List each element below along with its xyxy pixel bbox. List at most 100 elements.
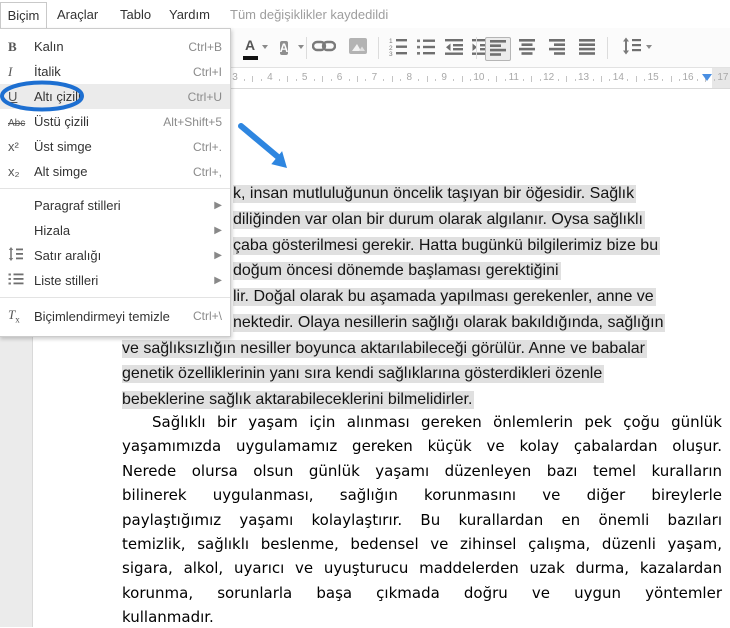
menu-item-liste-stilleri[interactable]: Liste stilleri▶ xyxy=(0,268,230,293)
menu-item-label: Satır aralığı xyxy=(34,248,214,263)
ruler-number: 5 xyxy=(302,72,308,83)
ruler-number: 6 xyxy=(337,72,343,83)
paragraph1-line[interactable]: nektedir. Olaya nesillerin sağlığı olara… xyxy=(233,312,665,333)
menu-shortcut: Ctrl+I xyxy=(193,65,222,79)
paragraph2-line[interactable]: kullanmadır. xyxy=(122,607,722,628)
align-right-button[interactable] xyxy=(545,37,569,59)
justify-button[interactable] xyxy=(575,37,599,59)
menu-item-label: Hizala xyxy=(34,223,214,238)
paragraph1-line[interactable]: ve sağlıksızlığın nesiller boyunca aktar… xyxy=(122,338,647,359)
paragraph1-line[interactable]: bebeklerine sağlık aktarabileceklerini b… xyxy=(122,389,474,410)
insert-link-button[interactable] xyxy=(312,37,336,59)
dropdown-caret-icon[interactable] xyxy=(298,45,304,49)
menu-item-label: Üstü çizili xyxy=(34,114,163,129)
paragraph1-line[interactable]: k, insan mutluluğunun öncelik taşıyan bi… xyxy=(233,183,636,204)
menu-item-biçimlendirmeyi-temizle[interactable]: TxBiçimlendirmeyi temizleCtrl+\ xyxy=(0,302,230,330)
menu-item-alt-simge[interactable]: x₂Alt simgeCtrl+, xyxy=(0,159,230,184)
right-indent-marker-icon[interactable] xyxy=(702,74,712,81)
paragraph1-line[interactable]: diliğinden var olan bir durum olarak alg… xyxy=(233,209,645,230)
line-spacing-icon-icon xyxy=(8,247,34,264)
italic-icon-icon: I xyxy=(8,64,34,80)
bold-icon-icon: B xyxy=(8,39,34,55)
menu-item-üstü-çizili[interactable]: AbcÜstü çiziliAlt+Shift+5 xyxy=(0,109,230,134)
menu-item-i-talik[interactable]: IİtalikCtrl+I xyxy=(0,59,230,84)
ruler-tick xyxy=(462,76,463,82)
paragraph1-line[interactable]: çaba gösterilmesi gerekir. Hatta bugünkü… xyxy=(233,235,660,256)
menu-item-label: Paragraf stilleri xyxy=(34,198,214,213)
paragraph2-line[interactable]: Sağlıklı bir yaşam için alınması gereken… xyxy=(122,412,722,433)
menu-item-paragraf-stilleri[interactable]: Paragraf stilleri▶ xyxy=(0,193,230,218)
paragraph1-line[interactable]: genetik özelliklerinin yanı sıra kendi s… xyxy=(122,363,604,384)
menu-item-üst-simge[interactable]: x²Üst simgeCtrl+. xyxy=(0,134,230,159)
insert-image-icon xyxy=(348,37,368,60)
insert-image-button[interactable] xyxy=(346,37,370,59)
ruler-dot xyxy=(400,79,401,81)
submenu-arrow-icon: ▶ xyxy=(214,275,222,286)
paragraph2-line[interactable]: korunma, sorunlarla başa çıkmada doğru v… xyxy=(122,583,722,604)
ruler-tick xyxy=(322,76,323,82)
menu-item-label: Üst simge xyxy=(34,139,193,154)
menu-shortcut: Ctrl+. xyxy=(193,140,222,154)
menu-shortcut: Ctrl+\ xyxy=(193,309,222,323)
underline-icon-icon: U xyxy=(8,89,34,104)
ruler-number: 8 xyxy=(406,72,412,83)
align-center-icon xyxy=(517,36,537,61)
ruler-dot xyxy=(314,79,315,81)
menu-item-kalın[interactable]: BKalınCtrl+B xyxy=(0,34,230,59)
align-left-button[interactable] xyxy=(485,37,511,61)
menu-shortcut: Ctrl+B xyxy=(188,40,222,54)
toolbar-separator xyxy=(607,37,608,59)
ruler-tick xyxy=(636,76,637,82)
ruler-number: 7 xyxy=(372,72,378,83)
paragraph2-line[interactable]: yaşamımızda uygulamamız gereken küçük ve… xyxy=(122,436,722,457)
paragraph2-line[interactable]: temizlik, sağlıklı beslenme, bedensel ve… xyxy=(122,534,722,555)
bulleted-list-button[interactable] xyxy=(414,37,438,59)
highlight-color-button[interactable]: A xyxy=(272,37,296,59)
toolbar-separator xyxy=(378,37,379,59)
menubar-item-tablo[interactable]: Tablo xyxy=(120,7,151,22)
ruler-dot xyxy=(279,79,280,81)
menu-item-hizala[interactable]: Hizala▶ xyxy=(0,218,230,243)
paragraph2-line[interactable]: bilinerek uygulanması, sağlığın korunmas… xyxy=(122,485,722,506)
menubar-item-bicim[interactable]: Biçim xyxy=(0,2,47,28)
ruler-dot xyxy=(244,79,245,81)
ruler-number: 10 xyxy=(473,72,484,83)
align-right-icon xyxy=(547,36,567,61)
ruler-dot xyxy=(383,79,384,81)
ruler-dot xyxy=(662,79,663,81)
toolbar-separator xyxy=(306,37,307,59)
ruler-tick xyxy=(252,76,253,82)
ruler-tick xyxy=(287,76,288,82)
menu-item-label: Liste stilleri xyxy=(34,273,214,288)
menubar-item-yardim[interactable]: Yardım xyxy=(169,7,210,22)
text-color-button[interactable]: A xyxy=(238,37,262,59)
paragraph1-line[interactable]: doğum öncesi dönemde başlaması gerektiği… xyxy=(233,260,561,281)
paragraph1-line[interactable]: lir. Doğal olarak bu aşamada yapılması g… xyxy=(233,286,656,307)
dropdown-caret-icon[interactable] xyxy=(262,45,268,49)
menubar-item-araclar[interactable]: Araçlar xyxy=(57,7,98,22)
line-spacing-button[interactable] xyxy=(620,37,644,59)
decrease-indent-button[interactable] xyxy=(442,37,466,59)
ruler-number: 3 xyxy=(232,72,238,83)
submenu-arrow-icon: ▶ xyxy=(214,200,222,211)
numbered-list-button[interactable]: 123 xyxy=(386,37,410,59)
subscript-icon-icon: x₂ xyxy=(8,164,34,179)
align-center-button[interactable] xyxy=(515,37,539,59)
ruler-dot xyxy=(575,79,576,81)
text-color-icon: A xyxy=(243,37,258,60)
ruler-number: 11 xyxy=(509,72,519,83)
menu-item-satır-aralığı[interactable]: Satır aralığı▶ xyxy=(0,243,230,268)
dropdown-caret-icon[interactable] xyxy=(646,45,652,49)
format-menu: BKalınCtrl+BIİtalikCtrl+IUAltı çiziliCtr… xyxy=(0,28,231,337)
menu-shortcut: Ctrl+U xyxy=(188,90,222,104)
justify-icon xyxy=(577,36,597,61)
ruler-dot xyxy=(609,79,610,81)
paragraph2-line[interactable]: paylaştığımız yaşamı kolaylaştırır. Bu k… xyxy=(122,510,722,531)
menu-item-altı-çizili[interactable]: UAltı çiziliCtrl+U xyxy=(0,84,230,109)
ruler-dot xyxy=(558,79,559,81)
ruler-dot xyxy=(505,79,506,81)
paragraph2-line[interactable]: sigara, alkol, uyarıcı ve uyuşturucu mad… xyxy=(122,558,722,579)
paragraph2-line[interactable]: Nerede olursa olsun günlük yaşamı düzenl… xyxy=(122,461,722,482)
ruler-number: 12 xyxy=(543,72,554,83)
numbered-list-icon: 123 xyxy=(388,36,408,61)
